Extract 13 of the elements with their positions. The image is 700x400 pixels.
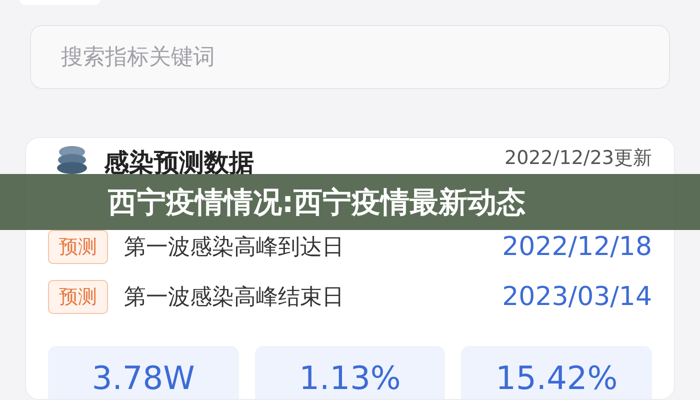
title-banner: 西宁疫情情况:西宁疫情最新动态	[0, 174, 700, 230]
stat-value: 1.13%	[254, 346, 446, 399]
row-label: 第一波感染高峰到达日	[124, 234, 344, 262]
stat-value: 15.42%	[461, 346, 652, 399]
stat-value: 3.78W	[48, 346, 239, 399]
row-date: 2023/03/14	[502, 280, 652, 314]
forecast-tag: 预测	[48, 230, 108, 264]
forecast-tag: 预测	[48, 280, 108, 314]
search-field[interactable]: 搜索指标关键词	[30, 25, 670, 89]
layers-icon	[56, 144, 88, 174]
row-date: 2022/12/18	[502, 230, 652, 264]
update-date: 2022/12/23更新	[504, 146, 652, 171]
row-label: 第一波感染高峰结束日	[124, 284, 344, 312]
